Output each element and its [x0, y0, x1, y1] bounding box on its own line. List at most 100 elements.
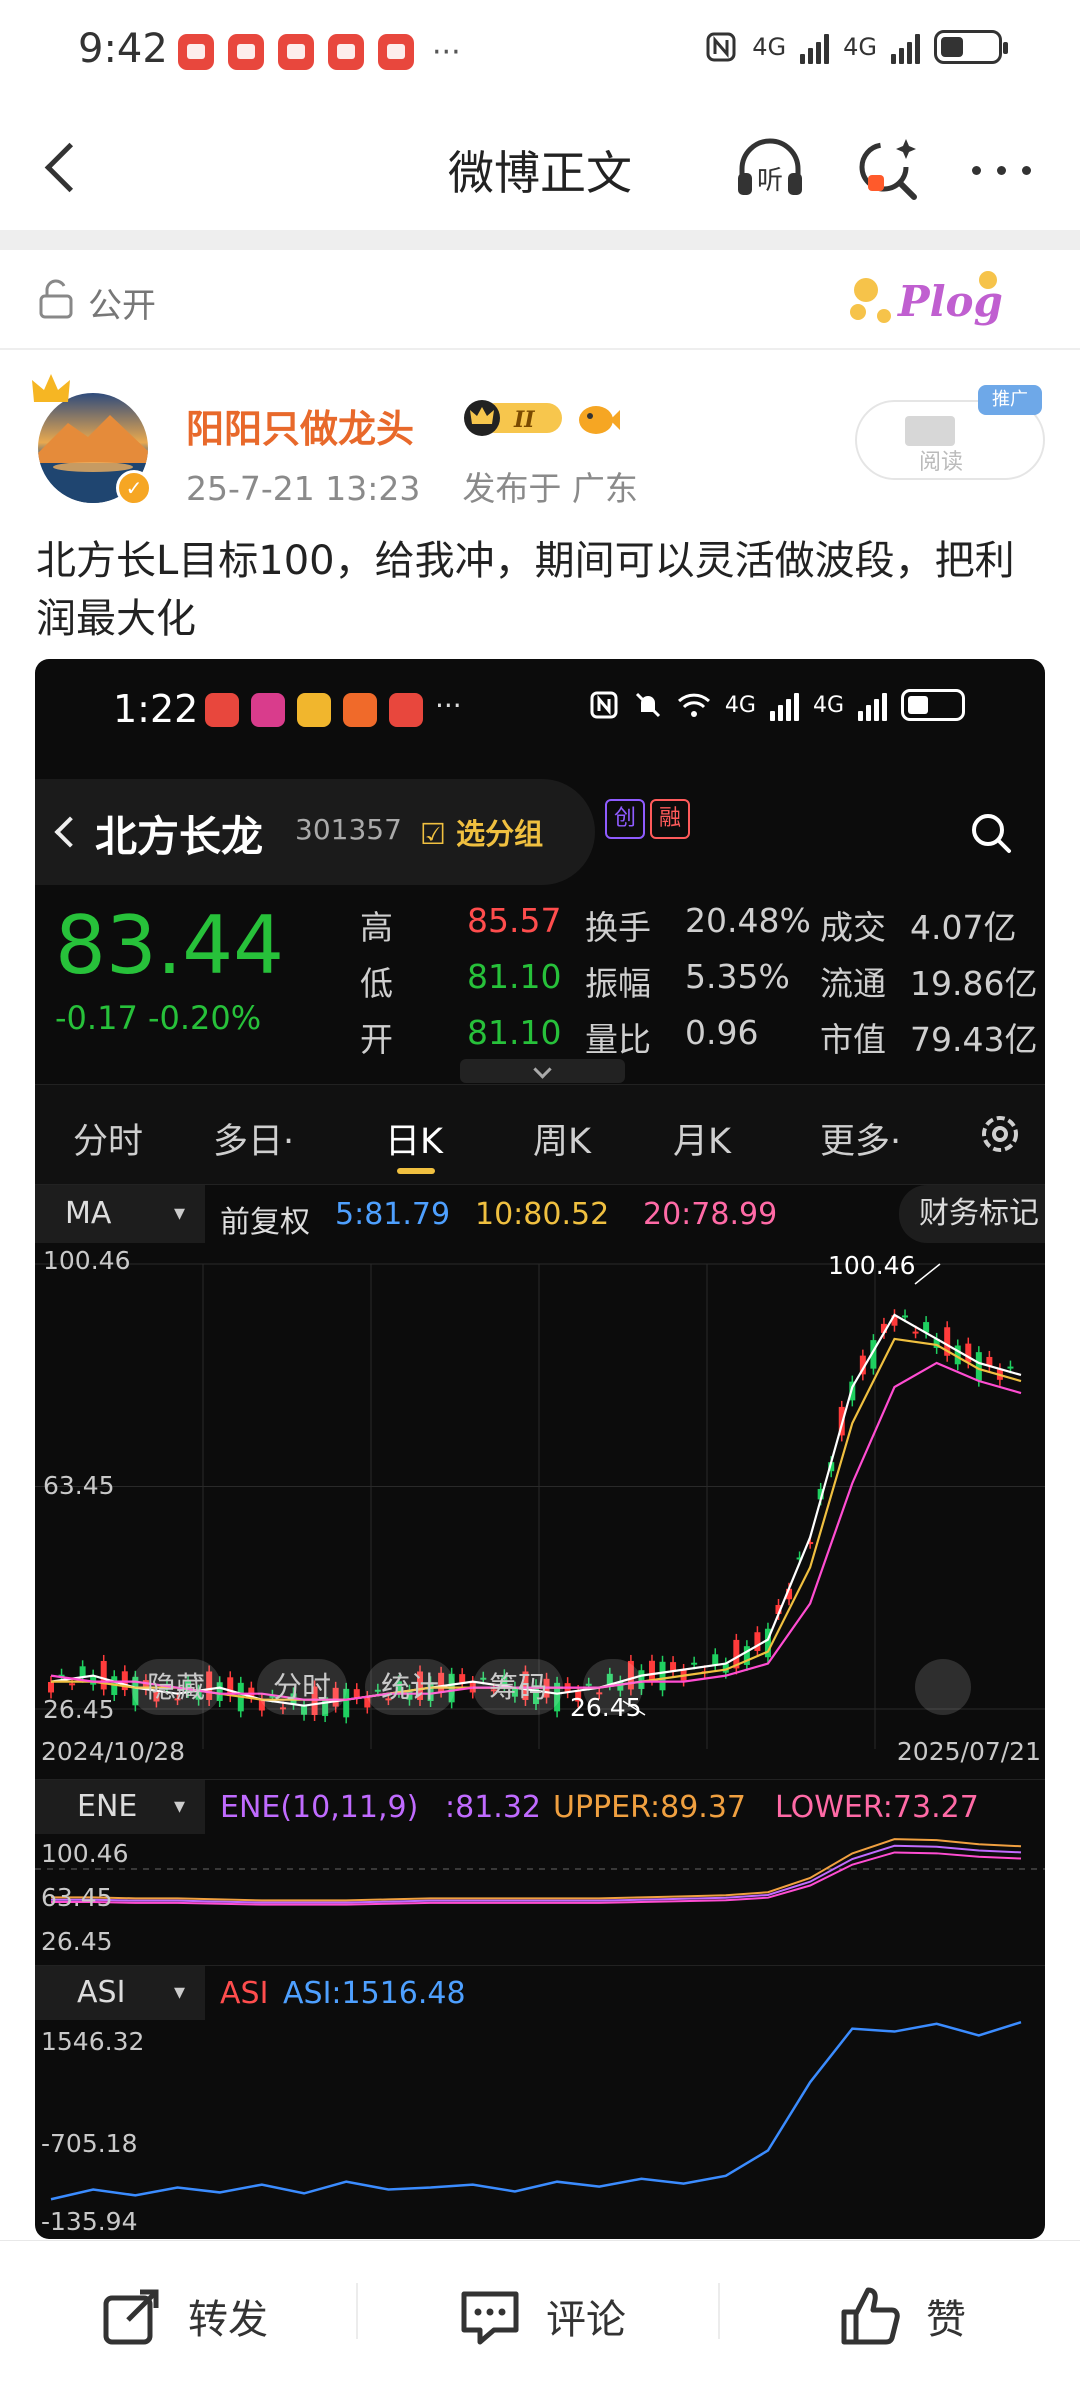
notification-icons: ···: [178, 34, 461, 70]
ene-row: ENE ENE(10,11,9) :81.32 UPPER:89.37 LOWE…: [35, 1779, 1045, 1835]
search-icon: [972, 814, 1011, 853]
asi-y-bottom: -135.94: [41, 2207, 138, 2236]
quote-value: 19.86亿: [910, 964, 1038, 1003]
quote-label: 换手: [585, 908, 651, 947]
gear-icon: [982, 1116, 1018, 1152]
adjust-label: 前复权: [220, 1205, 310, 1240]
quote-label: 开: [360, 1020, 393, 1059]
listen-label: 听: [757, 166, 783, 196]
nfc-icon: [590, 691, 618, 719]
expand-quote-icon: [460, 1059, 625, 1083]
signal-icon: [891, 30, 920, 64]
quote-label: 流通: [820, 964, 886, 1003]
rank-badge-text: II: [513, 407, 535, 433]
quote-value: 0.96: [685, 1013, 759, 1052]
signal-icon: [769, 689, 799, 721]
post-text: 北方长L目标100，给我冲，期间可以灵活做波段，把利润最大化: [36, 538, 1015, 642]
chips-pill: 筹码: [473, 1659, 564, 1715]
stock-price: 83.44: [55, 899, 285, 992]
ene-line: [51, 1838, 1022, 1902]
date-end: 2025/07/21: [896, 1737, 1041, 1766]
comment-icon: [461, 2291, 519, 2345]
post-image[interactable]: 1:22 ··· 4G 4G 北方长龙 301357 ☑ 选分组 创 融 83.…: [35, 659, 1045, 2239]
battery-icon: [901, 689, 965, 721]
tab-4: 月K: [673, 1122, 731, 1162]
stock-header: 北方长龙 301357 ☑ 选分组: [35, 779, 595, 885]
quote-value: 81.10: [467, 957, 562, 996]
thumbs-up-icon: [841, 2287, 900, 2345]
like-label: 赞: [926, 2297, 966, 2343]
ene-line: [51, 1844, 1022, 1904]
signal-icon: [800, 30, 830, 64]
stats-pill: 统计: [365, 1659, 456, 1715]
image-network-label: 4G: [812, 692, 844, 718]
stock-group-label: ☑ 选分组: [420, 817, 544, 851]
nfc-icon: [706, 32, 736, 62]
stock-change: -0.17 -0.20%: [55, 999, 262, 1037]
top-nav: 微博正文 听: [0, 105, 1080, 230]
ene-y-bottom: 26.45: [41, 1927, 113, 1956]
candle-body: [691, 1662, 698, 1665]
tab-5: 更多·: [820, 1122, 902, 1162]
repost-label: 转发: [188, 2297, 268, 2343]
notification-icon: [251, 693, 285, 727]
ene-line: [51, 1851, 1022, 1906]
intraday-pill: 分时: [257, 1659, 348, 1715]
candle-body: [975, 1352, 982, 1381]
post-meta: 25-7-21 13:23 发布于 广东: [186, 462, 638, 510]
stock-chart: [35, 1263, 1045, 2201]
image-status-right: 4G 4G: [589, 689, 965, 721]
candle-body: [100, 1660, 107, 1690]
crown-icon: [32, 374, 70, 402]
kline-high-annotation: 100.46: [828, 1251, 916, 1280]
comment-button[interactable]: 评论: [458, 2241, 626, 2390]
scan-icon[interactable]: [848, 129, 928, 209]
pan-arrows-icon: [583, 1659, 643, 1715]
kline-y-mid: 63.45: [43, 1471, 115, 1500]
fullscreen-icon: [915, 1659, 971, 1715]
bar-separator: [356, 2283, 358, 2339]
repost-button[interactable]: 转发: [100, 2241, 268, 2390]
asi-line: [50, 2020, 1022, 2201]
quote-label: 低: [360, 964, 393, 1003]
image-network-label: 4G: [724, 692, 756, 718]
plog-sticker-icon: Plog: [850, 271, 1003, 326]
quote-label: 高: [360, 908, 393, 947]
like-button[interactable]: 赞: [838, 2241, 966, 2390]
quote-label: 振幅: [585, 964, 651, 1003]
comment-label: 评论: [546, 2297, 626, 2343]
asi-y-top: 1546.32: [41, 2027, 145, 2056]
notification-icon: [278, 34, 314, 70]
quote-value: 4.07亿: [910, 908, 1017, 947]
notification-overflow: ···: [432, 34, 461, 70]
tag-chuang: 创: [605, 799, 645, 839]
stock-back-icon: [51, 815, 81, 849]
tab-0: 分时: [73, 1122, 144, 1162]
notification-icon: [297, 693, 331, 727]
ene-value: :81.32: [445, 1790, 541, 1825]
tab-1: 多日·: [213, 1122, 295, 1162]
headphones-icon[interactable]: 听: [730, 129, 810, 209]
quote-label: 成交: [820, 908, 886, 947]
ene-selector: ENE: [35, 1780, 205, 1834]
quote-value: 79.43亿: [910, 1020, 1038, 1059]
notification-icon: [328, 34, 364, 70]
kline-y-bottom: 26.45: [43, 1695, 115, 1724]
group-label-text: 选分组: [456, 817, 544, 851]
bottom-action-bar: 转发 评论 赞: [0, 2240, 1080, 2390]
rank-badge-icon: II: [464, 400, 562, 436]
more-icon[interactable]: [962, 129, 1042, 209]
candle-body: [648, 1660, 655, 1680]
notification-icon: [343, 693, 377, 727]
image-status-bar: 1:22 ··· 4G 4G: [35, 659, 1045, 759]
battery-icon: [934, 30, 1008, 64]
notification-icon: [378, 34, 414, 70]
date-start: 2024/10/28: [41, 1737, 186, 1766]
candle-body: [902, 1315, 909, 1318]
author-name[interactable]: 阳阳只做龙头: [186, 398, 414, 453]
reads-label: 阅读: [919, 450, 964, 475]
notification-icon: [228, 34, 264, 70]
lock-icon: [39, 279, 73, 319]
candle-body: [912, 1331, 919, 1334]
promote-tag[interactable]: 推广: [978, 385, 1042, 415]
